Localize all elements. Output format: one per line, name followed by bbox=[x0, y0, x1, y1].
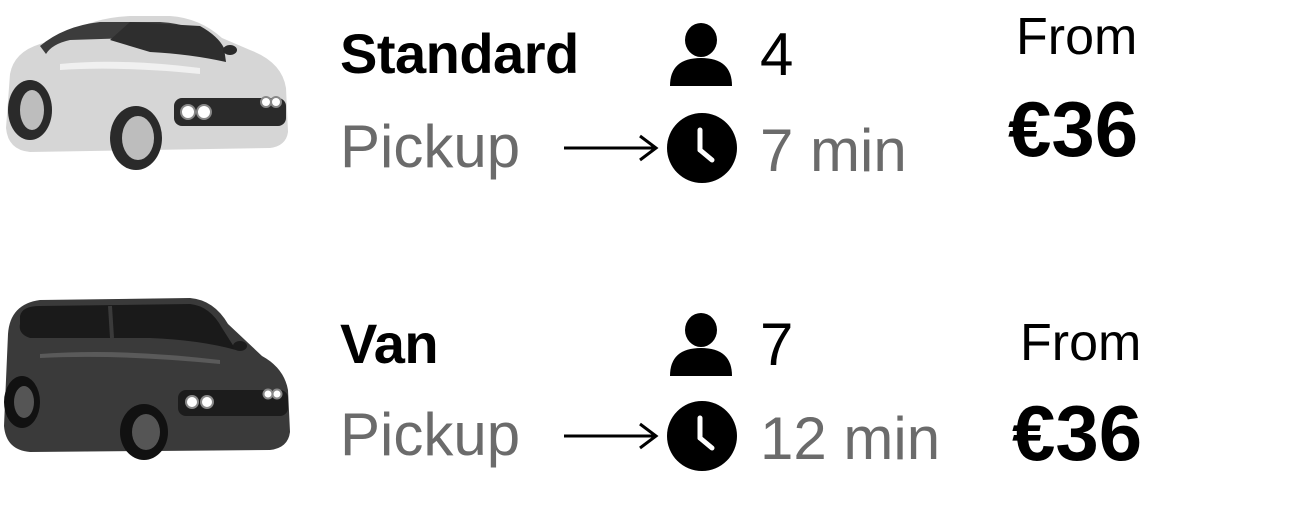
arrow-right-icon bbox=[562, 128, 662, 168]
price-value: €36 bbox=[1012, 389, 1143, 477]
seat-count: 7 bbox=[760, 311, 794, 378]
person-icon bbox=[668, 22, 734, 86]
ride-option-standard[interactable]: Standard Pickup 4 7 min From €36 bbox=[0, 0, 1316, 240]
ride-name: Standard bbox=[340, 22, 579, 85]
price-prefix: From bbox=[1020, 314, 1142, 372]
standard-car-image bbox=[0, 4, 292, 174]
van-car-image bbox=[0, 294, 292, 464]
pickup-time: 7 min bbox=[760, 117, 907, 184]
arrow-right-icon bbox=[562, 416, 662, 456]
ride-name: Van bbox=[340, 312, 439, 375]
price-value: €36 bbox=[1008, 85, 1139, 173]
clock-icon bbox=[666, 112, 738, 184]
pickup-label: Pickup bbox=[340, 113, 521, 180]
price-prefix: From bbox=[1016, 8, 1138, 66]
seat-count: 4 bbox=[760, 21, 794, 88]
person-icon bbox=[668, 312, 734, 376]
ride-option-van[interactable]: Van Pickup 7 12 min From €36 bbox=[0, 290, 1316, 530]
pickup-label: Pickup bbox=[340, 401, 521, 468]
clock-icon bbox=[666, 400, 738, 472]
pickup-time: 12 min bbox=[760, 405, 941, 472]
